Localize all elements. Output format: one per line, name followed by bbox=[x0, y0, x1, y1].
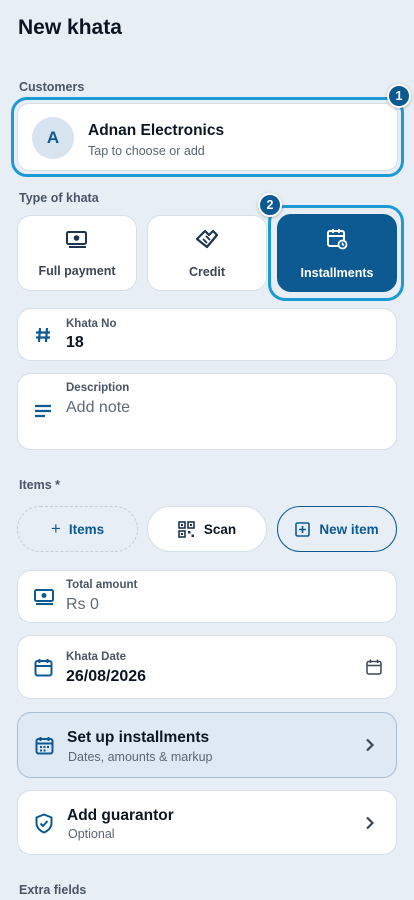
add-items-button[interactable]: + Items bbox=[17, 506, 138, 552]
calendar-picker-icon[interactable] bbox=[365, 658, 383, 676]
khata-no-label: Khata No bbox=[66, 318, 117, 330]
description-label: Description bbox=[66, 382, 130, 394]
full-payment-label: Full payment bbox=[38, 263, 116, 278]
calendar-refresh-icon bbox=[325, 227, 349, 256]
khata-no-value: 18 bbox=[66, 334, 84, 351]
step-badge-2: 2 bbox=[258, 193, 282, 217]
khata-type-credit[interactable]: Credit bbox=[147, 215, 267, 291]
khata-type-label: Type of khata bbox=[19, 191, 99, 205]
hash-icon bbox=[32, 324, 54, 346]
extra-fields-label: Extra fields bbox=[19, 883, 87, 897]
customer-name: Adnan Electronics bbox=[88, 122, 225, 139]
add-guarantor-subtitle: Optional bbox=[68, 827, 115, 841]
shield-check-icon bbox=[33, 812, 55, 834]
khata-no-field[interactable]: Khata No 18 bbox=[17, 308, 397, 361]
khata-date-value: 26/08/2026 bbox=[66, 668, 147, 685]
setup-installments-row[interactable]: Set up installments Dates, amounts & mar… bbox=[17, 712, 397, 778]
customer-subtitle: Tap to choose or add bbox=[88, 144, 205, 158]
add-items-label: Items bbox=[68, 521, 105, 537]
setup-installments-title: Set up installments bbox=[67, 729, 210, 746]
cash-icon bbox=[65, 229, 89, 254]
plus-square-icon bbox=[295, 521, 311, 537]
scan-button[interactable]: Scan bbox=[147, 506, 267, 552]
add-guarantor-row[interactable]: Add guarantor Optional bbox=[17, 790, 397, 855]
add-guarantor-title: Add guarantor bbox=[67, 807, 174, 824]
total-amount-value: Rs 0 bbox=[66, 596, 99, 613]
calendar-grid-icon bbox=[33, 734, 55, 756]
khata-type-installments[interactable]: Installments bbox=[277, 214, 397, 292]
khata-date-field[interactable]: Khata Date 26/08/2026 bbox=[17, 635, 397, 699]
cash-icon bbox=[32, 586, 56, 608]
khata-type-full-payment[interactable]: Full payment bbox=[17, 215, 137, 291]
new-item-label: New item bbox=[319, 521, 379, 537]
page-title: New khata bbox=[18, 16, 122, 39]
chevron-right-icon bbox=[362, 815, 378, 831]
items-label: Items * bbox=[19, 478, 60, 492]
step-badge-1: 1 bbox=[387, 84, 411, 108]
total-amount-field[interactable]: Total amount Rs 0 bbox=[17, 570, 397, 623]
chevron-right-icon bbox=[362, 737, 378, 753]
notes-icon bbox=[32, 400, 54, 422]
credit-label: Credit bbox=[188, 264, 226, 279]
avatar: A bbox=[32, 117, 74, 159]
installments-label: Installments bbox=[300, 265, 374, 280]
total-amount-label: Total amount bbox=[66, 579, 138, 591]
scan-label: Scan bbox=[203, 521, 237, 537]
handshake-icon bbox=[194, 228, 220, 255]
setup-installments-subtitle: Dates, amounts & markup bbox=[68, 750, 213, 764]
new-item-button[interactable]: New item bbox=[277, 506, 397, 552]
calendar-icon bbox=[32, 656, 54, 678]
qr-scan-icon bbox=[178, 520, 195, 538]
customer-picker[interactable]: A Adnan Electronics Tap to choose or add bbox=[17, 103, 398, 171]
customers-label: Customers bbox=[19, 80, 85, 94]
khata-date-label: Khata Date bbox=[66, 651, 127, 663]
plus-icon: + bbox=[50, 519, 61, 538]
description-field[interactable]: Description Add note bbox=[17, 373, 397, 450]
description-placeholder: Add note bbox=[66, 399, 131, 416]
